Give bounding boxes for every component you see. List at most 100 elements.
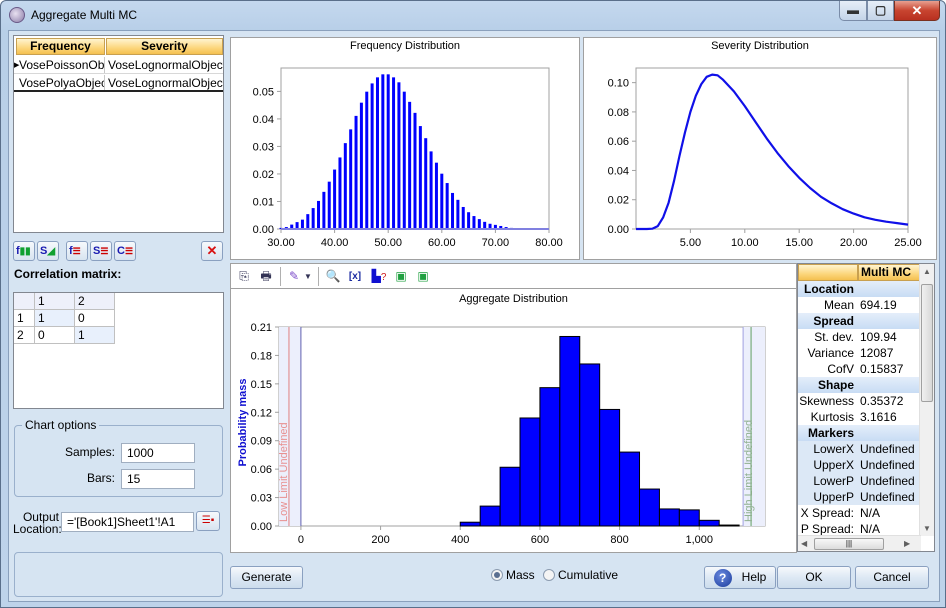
add-frequency-button[interactable]: f▮▮ — [13, 241, 35, 261]
export-excel-red-icon[interactable]: ▣ — [414, 268, 432, 285]
stat-value: Undefined — [860, 474, 915, 488]
severity-cell[interactable]: VoseLognormalObject(1 — [108, 75, 223, 90]
y-tick-label: 0.10 — [608, 78, 629, 90]
export-excel-blue-icon[interactable]: ▣ — [392, 268, 410, 285]
select-frequency-button[interactable]: f☰ — [66, 241, 88, 261]
dropdown-arrow-icon[interactable]: ▼ — [303, 268, 313, 285]
x-tick-label: 0 — [298, 534, 304, 546]
x-tick-label: 80.00 — [535, 237, 563, 249]
frequency-bar — [386, 74, 390, 229]
close-button[interactable]: ✕ — [894, 1, 940, 21]
frequency-cell[interactable]: VosePolyaObject( — [19, 75, 105, 90]
y-tick-label: 0.01 — [253, 196, 274, 208]
grid-row[interactable]: VosePolyaObject( VoseLognormalObject(1 — [14, 75, 223, 92]
bars-input[interactable]: 15 — [121, 469, 195, 489]
x-tick-label: 25.00 — [894, 237, 922, 249]
horizontal-scrollbar[interactable]: ◀ ||| ▶ — [798, 535, 921, 551]
x-tick-label: 30.00 — [267, 237, 295, 249]
select-correlation-button[interactable]: C☰ — [114, 241, 136, 261]
y-tick-label: 0.02 — [253, 169, 274, 181]
copy-icon[interactable]: ⎘ — [235, 268, 253, 285]
cumulative-radio[interactable]: Cumulative — [543, 568, 618, 582]
frequency-bar — [408, 101, 412, 229]
matrix-cell[interactable]: 0 — [35, 327, 75, 344]
add-severity-button[interactable]: S◢ — [37, 241, 59, 261]
histogram-bar — [519, 417, 541, 527]
plot-area — [635, 67, 909, 230]
correlation-matrix-grid[interactable]: 1 2 1 1 0 2 0 1 — [13, 292, 224, 409]
title-bar[interactable]: Aggregate Multi MC ▬ ▢ ✕ — [1, 1, 945, 29]
frequency-bar — [343, 143, 347, 229]
frequency-bar — [424, 138, 428, 229]
ok-button[interactable]: OK — [777, 566, 851, 589]
frequency-select-icon: ☰ — [72, 246, 81, 256]
stat-value: 0.35372 — [860, 394, 904, 408]
zoom-icon[interactable]: 🔍 — [324, 268, 342, 285]
stats-row: UpperX Undefined — [798, 457, 921, 473]
y-axis-label: Probability mass — [237, 378, 249, 466]
severity-cell[interactable]: VoseLognormalObject(1 — [108, 57, 223, 73]
histogram-bar — [459, 521, 481, 527]
stat-value: N/A — [860, 506, 881, 520]
frequency-bar — [354, 115, 358, 229]
stat-label: X Spread: — [800, 506, 854, 520]
severity-chart: 0.00 0.02 0.04 0.06 0.08 0.10 5.00 10.00 15.00 20… — [608, 67, 922, 249]
frequency-bar — [445, 183, 449, 229]
frequency-bar — [472, 216, 476, 229]
stats-row: Variance 12087 — [798, 345, 921, 361]
horizontal-scroll-thumb[interactable]: ||| — [814, 538, 884, 550]
severity-curve-icon: ◢ — [47, 246, 56, 257]
cancel-button[interactable]: Cancel — [855, 566, 929, 589]
y-tick-label: 0.02 — [608, 195, 629, 207]
grid-row[interactable]: ▶ VosePoissonObject( VoseLognormalObject… — [14, 57, 223, 74]
pick-cell-button[interactable]: ☰▪ — [196, 511, 220, 531]
matrix-cell[interactable]: 1 — [35, 310, 75, 327]
color-palette-icon[interactable]: ✎ — [285, 268, 303, 285]
y-tick-label: 0.04 — [608, 165, 629, 177]
print-icon[interactable]: 🖶 — [257, 268, 275, 285]
chart-help-icon[interactable]: ▙? — [370, 268, 388, 285]
matrix-cell[interactable]: 0 — [75, 310, 115, 327]
column-header-frequency[interactable]: Frequency — [16, 38, 105, 55]
objects-grid[interactable]: Frequency Severity ▶ VosePoissonObject( … — [13, 35, 224, 233]
y-tick-label: 0.06 — [251, 464, 272, 476]
scroll-down-icon[interactable]: ▼ — [923, 524, 931, 533]
frequency-bar — [467, 212, 471, 229]
stat-value: 694.19 — [860, 298, 897, 312]
samples-input[interactable]: 1000 — [121, 443, 195, 463]
stats-row: LowerP Undefined — [798, 473, 921, 489]
column-header-severity[interactable]: Severity — [106, 38, 223, 55]
x-tick-label: 40.00 — [321, 237, 349, 249]
cell-picker-icon: ☰▪ — [201, 515, 215, 526]
frequency-cell[interactable]: VosePoissonObject( — [19, 57, 105, 73]
delete-button[interactable]: ✕ — [201, 241, 223, 261]
help-icon: ? — [713, 568, 732, 587]
frequency-bar — [397, 82, 401, 229]
stat-label: Spread — [813, 314, 854, 328]
help-button[interactable]: ? Help — [704, 566, 776, 589]
frequency-bar — [317, 200, 321, 229]
select-severity-button[interactable]: S☰ — [90, 241, 112, 261]
generate-button[interactable]: Generate — [230, 566, 303, 589]
output-location-input[interactable]: ='[Book1]Sheet1'!A1 — [61, 512, 194, 532]
mass-radio[interactable]: Mass — [491, 568, 535, 582]
maximize-button[interactable]: ▢ — [867, 1, 894, 21]
scroll-right-icon[interactable]: ▶ — [904, 539, 910, 548]
scroll-left-icon[interactable]: ◀ — [801, 539, 807, 548]
statistics-table[interactable]: Multi MC Location Mean 694.19 Spread St. dev… — [797, 263, 935, 552]
corner-cell — [14, 293, 35, 310]
stat-label: LowerP — [813, 474, 854, 488]
aggregate-multi-mc-window: Aggregate Multi MC ▬ ▢ ✕ Frequency Sever… — [0, 0, 946, 608]
stats-row: Kurtosis 3.1616 — [798, 409, 921, 425]
matrix-cell[interactable]: 1 — [75, 327, 115, 344]
x-tick-label: 60.00 — [428, 237, 456, 249]
vertical-scrollbar[interactable]: ▲ ▼ — [919, 264, 934, 536]
formula-icon[interactable]: [x] — [346, 268, 364, 285]
scroll-up-icon[interactable]: ▲ — [923, 267, 931, 276]
output-label-line2: Location: — [13, 522, 62, 536]
vertical-scroll-thumb[interactable] — [921, 284, 933, 402]
frequency-bar — [306, 214, 310, 229]
minimize-button[interactable]: ▬ — [839, 1, 867, 21]
bars-label: Bars: — [86, 471, 115, 485]
histogram-bar — [539, 387, 561, 527]
